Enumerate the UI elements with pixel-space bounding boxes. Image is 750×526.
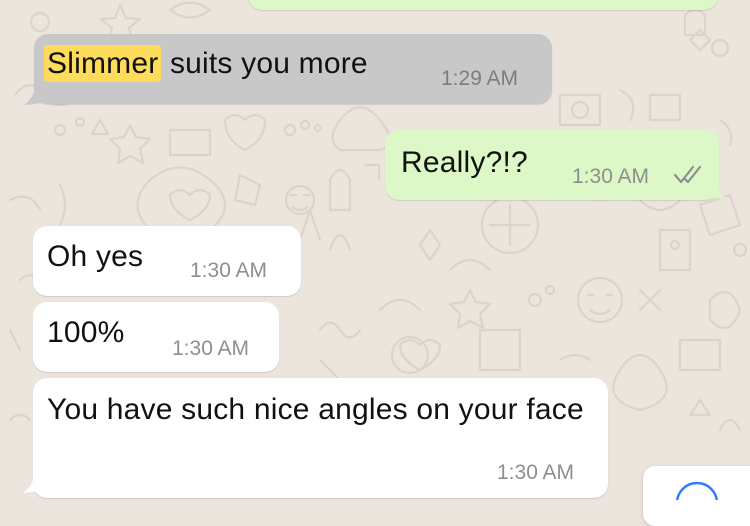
message-bubble-incoming-selected[interactable]: Slimmer suits you more 1:29 AM xyxy=(34,34,552,104)
message-text: Slimmer suits you more xyxy=(44,45,368,82)
message-text: You have such nice angles on your face xyxy=(47,393,584,426)
message-timestamp: 1:30 AM xyxy=(172,337,250,360)
message-bubble-incoming[interactable]: Oh yes 1:30 AM xyxy=(33,226,301,296)
message-timestamp: 1:30 AM xyxy=(497,461,575,484)
search-highlight: Slimmer xyxy=(44,45,162,82)
read-double-check-icon xyxy=(673,165,702,184)
message-text: 100% xyxy=(47,316,125,349)
message-timestamp: 1:30 AM xyxy=(572,165,650,188)
message-bubble-incoming[interactable]: 100% 1:30 AM xyxy=(33,302,279,372)
chevron-down-icon xyxy=(675,481,719,500)
message-bubble-outgoing[interactable]: Really?!? 1:30 AM xyxy=(385,130,719,200)
message-text: Oh yes xyxy=(47,240,144,273)
message-bubble-outgoing-partial[interactable] xyxy=(248,0,718,10)
bubble-tail-incoming xyxy=(24,84,46,105)
message-timestamp: 1:30 AM xyxy=(190,259,268,282)
bubble-tail-incoming xyxy=(23,472,45,493)
message-text-rest: suits you more xyxy=(161,47,368,80)
message-text: Really?!? xyxy=(401,146,528,179)
bubble-tail-outgoing xyxy=(704,178,726,199)
scroll-to-bottom-button[interactable] xyxy=(643,466,750,526)
message-timestamp: 1:29 AM xyxy=(441,67,519,90)
message-bubble-incoming[interactable]: You have such nice angles on your face 1… xyxy=(33,378,608,498)
